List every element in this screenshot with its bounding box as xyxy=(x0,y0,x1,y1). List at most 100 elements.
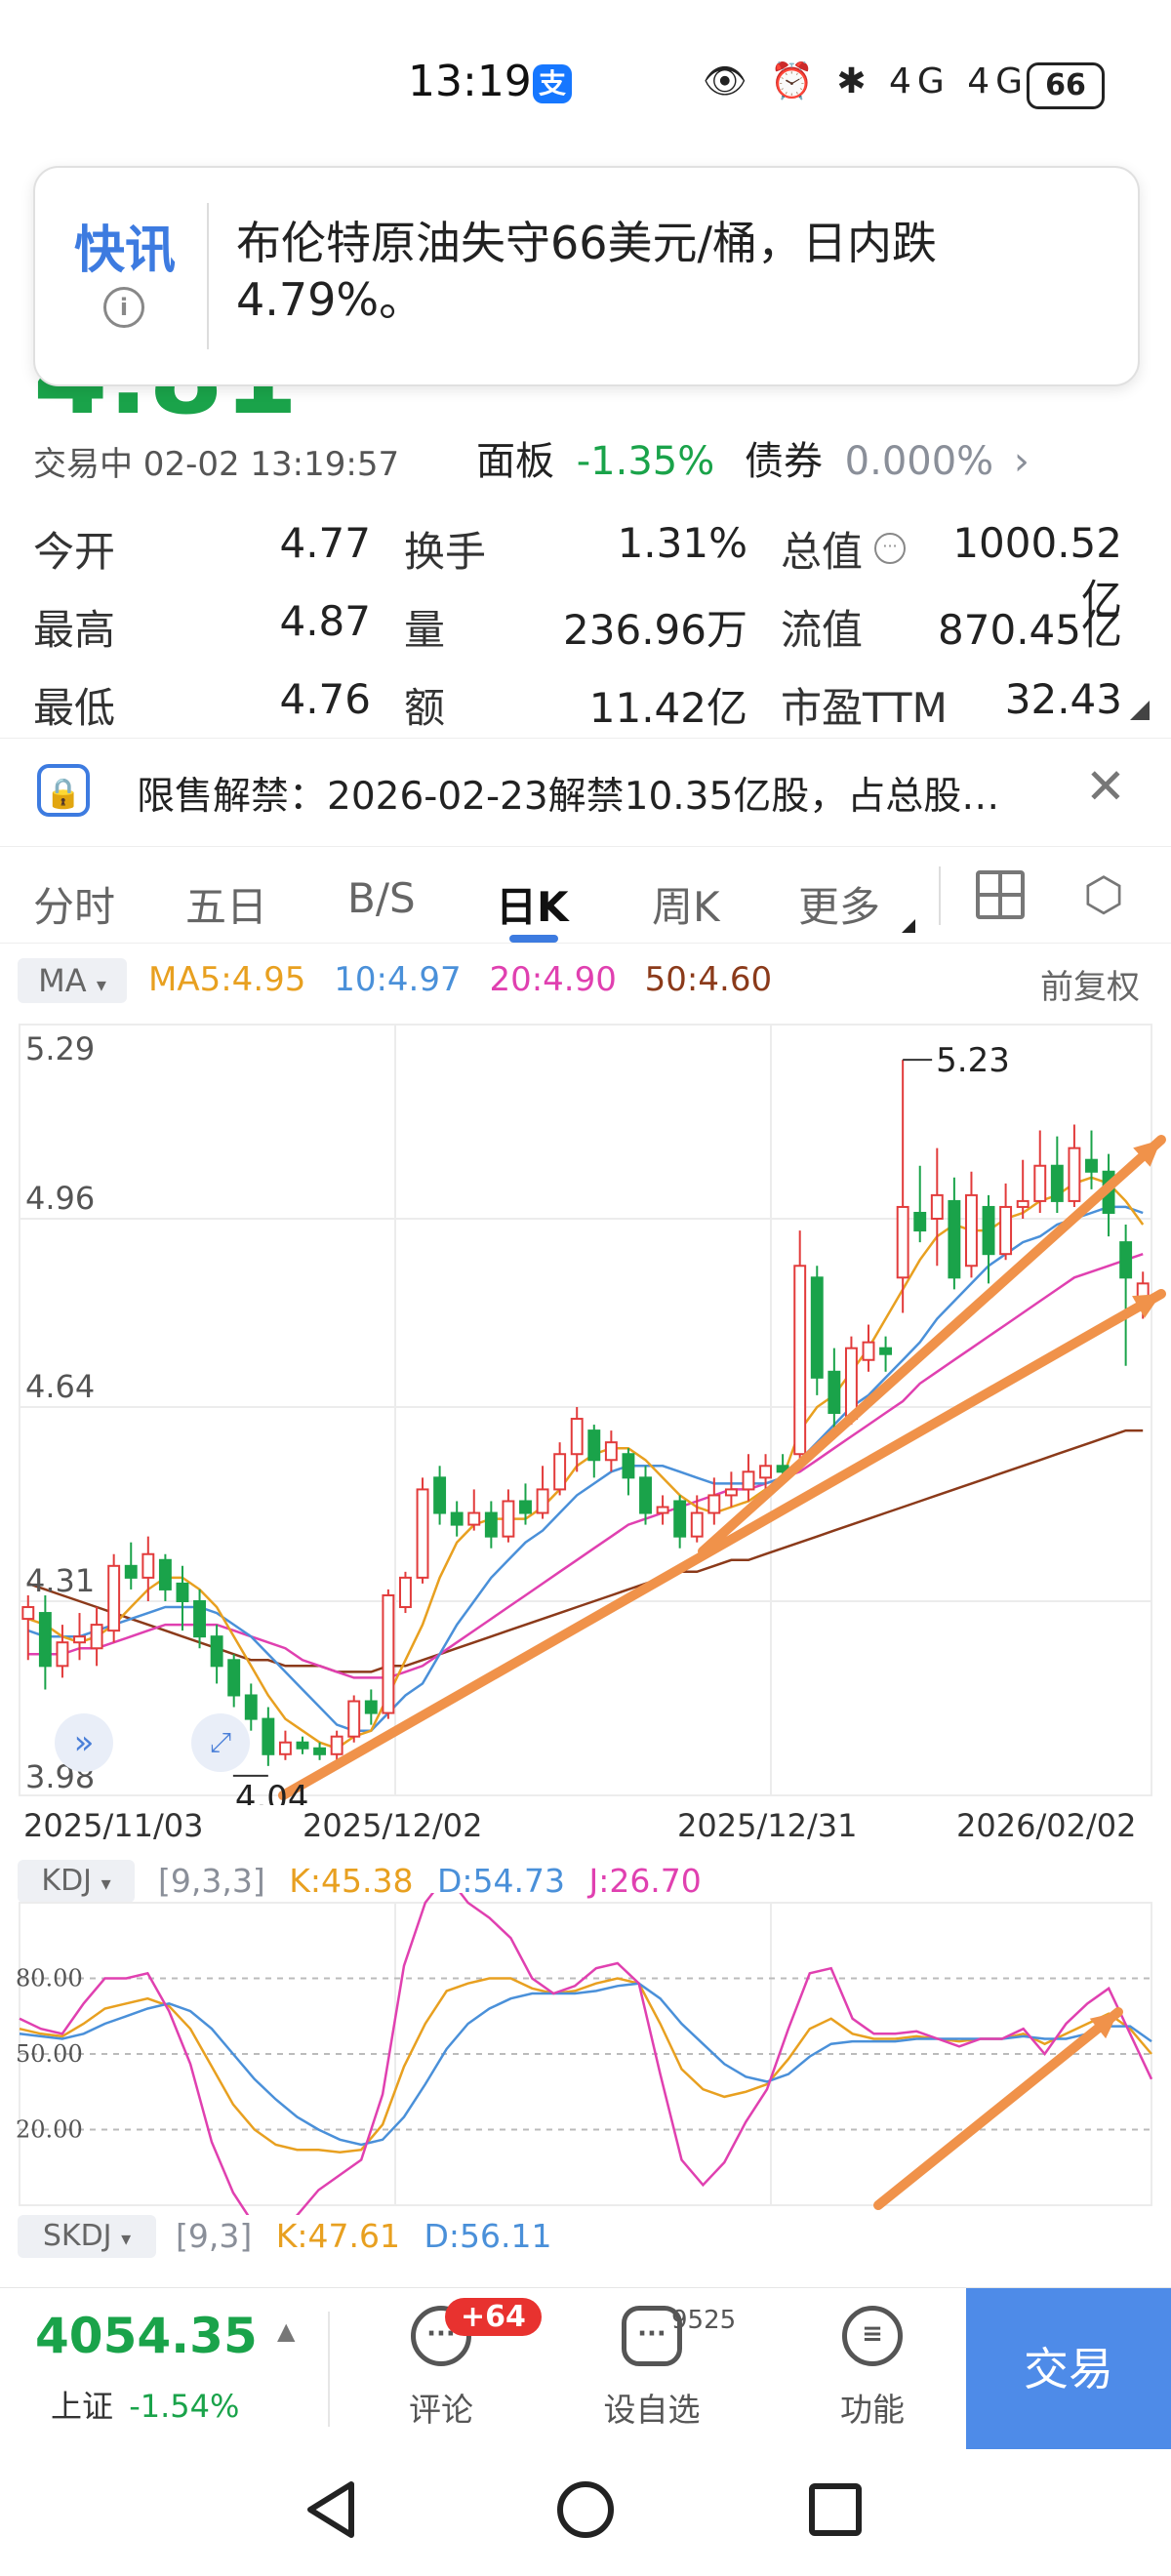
candle-body xyxy=(382,1593,395,1714)
candle-body xyxy=(227,1659,241,1697)
function-button[interactable]: ≡ 功能 xyxy=(804,2306,941,2431)
candle-body xyxy=(21,1606,35,1621)
volume-value: 236.96万 xyxy=(563,606,747,654)
ma-selector[interactable]: MA ▾ xyxy=(18,958,127,1003)
notice-lock-icon: 🔒 xyxy=(37,764,90,817)
grid-layout-icon[interactable] xyxy=(976,870,1025,919)
fullscreen-icon[interactable]: ⤢ xyxy=(191,1713,250,1772)
bond-label: 债券 xyxy=(744,439,823,484)
float-label: 流值 xyxy=(781,606,864,654)
skdj-label: SKDJ xyxy=(42,2219,112,2253)
corner-expand-icon[interactable] xyxy=(1130,701,1150,720)
candle-body xyxy=(536,1488,549,1514)
close-icon[interactable]: ✕ xyxy=(1085,758,1126,815)
candle-body xyxy=(742,1470,755,1491)
candle-body xyxy=(622,1453,635,1479)
tab-weekly-k[interactable]: 周K xyxy=(652,874,720,934)
candle-body xyxy=(724,1488,738,1497)
tab-daily-k[interactable]: 日K xyxy=(496,874,569,934)
tab-bs[interactable]: B/S xyxy=(347,874,416,922)
volume-label: 量 xyxy=(404,606,446,654)
candle-body xyxy=(467,1511,481,1526)
kline-chart[interactable]: 5.294.964.644.313.985.234.04 xyxy=(0,1005,1171,1805)
recents-icon[interactable] xyxy=(806,2480,865,2539)
candle-body xyxy=(38,1612,52,1668)
more-dots-icon[interactable]: ··· xyxy=(874,533,906,564)
panel-bond-line[interactable]: 面板 -1.35% 债券 0.000% › xyxy=(476,429,1030,486)
candle-body xyxy=(296,1741,309,1750)
battery-icon: 66 xyxy=(1027,62,1105,109)
pe-value: 32.43 xyxy=(1004,675,1122,723)
candle-body xyxy=(793,1265,807,1456)
more-corner-icon xyxy=(902,919,915,933)
bond-value: 0.000% xyxy=(844,439,994,484)
tab-minute[interactable]: 分时 xyxy=(33,874,115,934)
toast-label: 快讯 xyxy=(74,221,177,280)
candle-body xyxy=(965,1193,978,1268)
active-tab-underline xyxy=(509,935,558,943)
bottom-divider xyxy=(328,2312,330,2427)
high-value: 4.87 xyxy=(279,597,371,645)
candle-body xyxy=(656,1506,669,1514)
expand-up-icon[interactable]: ▲ xyxy=(277,2317,295,2345)
info-icon: i xyxy=(103,287,144,328)
skdj-k-legend: K:47.61 xyxy=(275,2217,400,2255)
news-toast[interactable]: 快讯 i 布伦特原油失守66美元/桶，日内跌4.79%。 xyxy=(33,166,1140,386)
comment-badge: +64 xyxy=(445,2298,542,2336)
candle-body xyxy=(176,1582,189,1602)
turnover-value: 1.31% xyxy=(617,519,747,567)
function-label: 功能 xyxy=(840,2391,905,2429)
fast-forward-icon[interactable]: » xyxy=(55,1713,113,1772)
trade-button[interactable]: 交易 xyxy=(966,2288,1171,2450)
candle-body xyxy=(73,1635,86,1644)
candle-body xyxy=(810,1276,824,1379)
candle-body xyxy=(896,1205,909,1279)
candle-body xyxy=(604,1441,618,1462)
amount-label: 额 xyxy=(404,684,446,732)
status-time: 13:19 xyxy=(408,57,532,106)
tab-divider xyxy=(939,866,941,925)
adjust-mode[interactable]: 前复权 xyxy=(1040,960,1140,1008)
candle-body xyxy=(948,1199,961,1279)
alipay-icon: 支 xyxy=(533,64,572,103)
candle-body xyxy=(433,1476,447,1514)
max-price-label: 5.23 xyxy=(936,1041,1010,1080)
index-name-line[interactable]: 上证 -1.54% xyxy=(51,2382,239,2427)
settings-gear-icon[interactable]: ⬡ xyxy=(1077,868,1130,921)
back-icon[interactable] xyxy=(303,2478,361,2541)
mktcap-label: 总值 xyxy=(781,528,864,576)
y-tick-label: 5.29 xyxy=(25,1030,95,1067)
candle-body xyxy=(690,1511,704,1538)
x-date-label: 2025/11/03 xyxy=(23,1807,204,1844)
candle-body xyxy=(1050,1164,1064,1202)
period-tabs: 分时 五日 B/S 日K 周K 更多 ⬡ xyxy=(0,845,1171,944)
menu-lines-icon: ≡ xyxy=(842,2306,903,2366)
home-icon[interactable] xyxy=(554,2478,617,2541)
skdj-legend: [9,3] K:47.61 D:56.11 xyxy=(176,2217,551,2255)
kdj-trend-arrow xyxy=(873,2007,1123,2210)
tab-more[interactable]: 更多 xyxy=(798,874,880,934)
open-label: 今开 xyxy=(33,528,116,576)
chart-frame xyxy=(19,1024,1152,1796)
high-label: 最高 xyxy=(33,606,116,654)
candle-body xyxy=(862,1341,875,1361)
y-tick-label: 4.64 xyxy=(25,1368,95,1405)
trade-status: 交易中 02-02 13:19:57 xyxy=(33,445,400,484)
candle-body xyxy=(262,1717,275,1755)
candle-body xyxy=(347,1700,361,1738)
candle-body xyxy=(484,1511,498,1538)
candle-body xyxy=(982,1205,995,1256)
tab-five-day[interactable]: 五日 xyxy=(185,874,267,934)
bottom-bar: 4054.35 ▲ 上证 -1.54% ··· 评论 +64 ··· 设自选 9… xyxy=(0,2287,1171,2450)
candle-body xyxy=(519,1500,532,1514)
kdj-chart[interactable]: 80.00 50.00 20.00 xyxy=(0,1893,1171,2215)
candle-body xyxy=(158,1558,172,1590)
index-price[interactable]: 4054.35 xyxy=(35,2308,258,2364)
candle-body xyxy=(450,1511,464,1526)
kdj-tick-label: 80.00 xyxy=(16,1965,83,1992)
skdj-selector[interactable]: SKDJ ▾ xyxy=(18,2215,156,2258)
candle-body xyxy=(124,1564,138,1579)
unlock-notice-bar[interactable]: 🔒 限售解禁：2026-02-23解禁10.35亿股，占总股… ✕ xyxy=(0,738,1171,847)
float-value: 870.45亿 xyxy=(938,606,1122,654)
dropdown-arrow-icon: ▾ xyxy=(96,973,106,996)
